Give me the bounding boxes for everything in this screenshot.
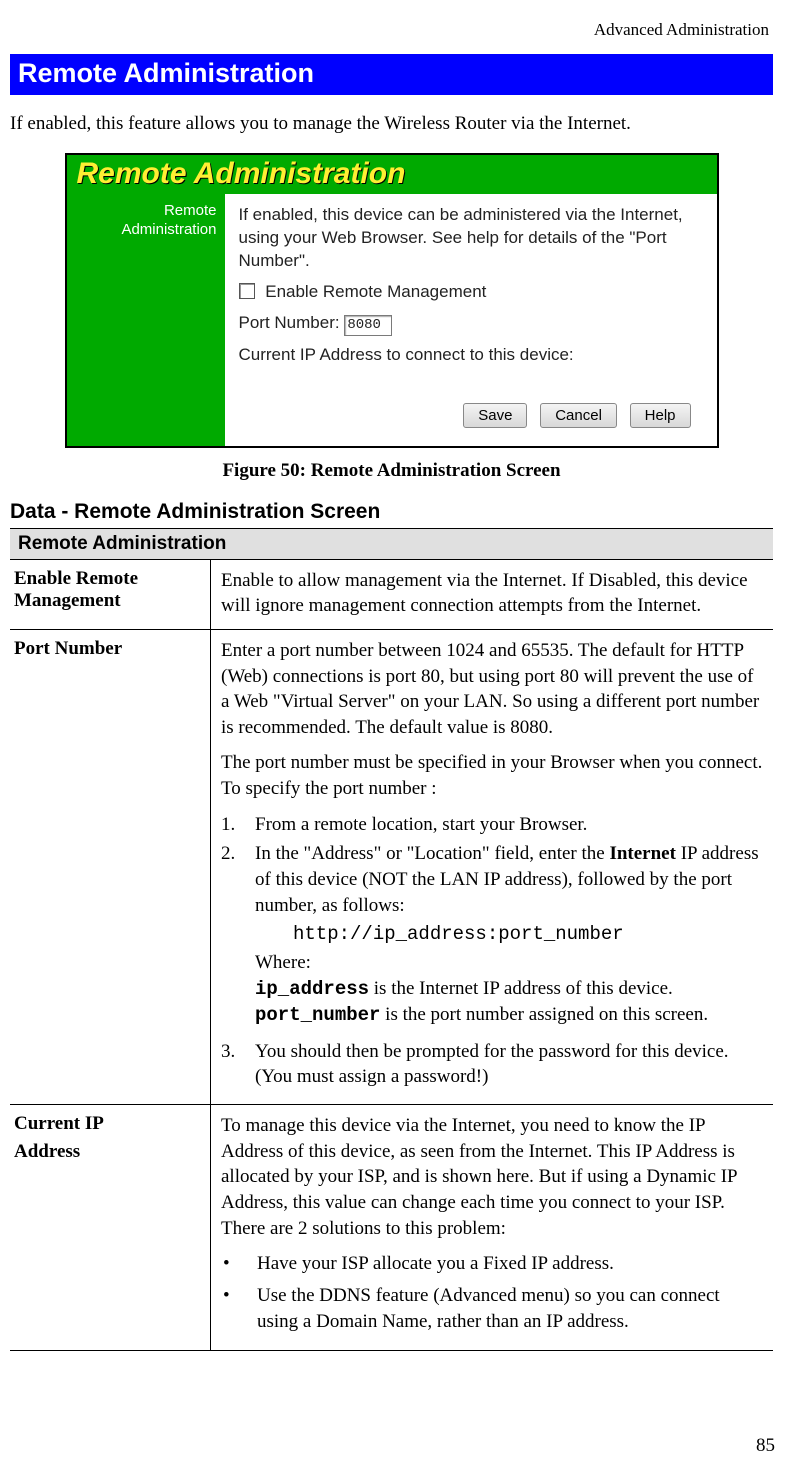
list-number: 2. <box>221 841 255 918</box>
port-p2: The port number must be specified in you… <box>221 750 765 801</box>
where-block: Where: ip_address is the Internet IP add… <box>255 950 765 1029</box>
list-text: From a remote location, start your Brows… <box>255 812 587 838</box>
ip-label-l2: Address <box>14 1141 204 1163</box>
enable-remote-label: Enable Remote Management <box>265 282 486 301</box>
table-row: Current IP Address To manage this device… <box>10 1105 773 1351</box>
port-number-row: Port Number: 8080 <box>239 312 703 336</box>
screenshot-remote-admin: Remote Administration Remote Administrat… <box>65 153 719 448</box>
cancel-button[interactable]: Cancel <box>540 403 617 428</box>
where-label: Where: <box>255 950 765 976</box>
row-label-ip: Current IP Address <box>10 1105 211 1351</box>
page-number: 85 <box>756 1435 775 1457</box>
intro-paragraph: If enabled, this feature allows you to m… <box>10 113 773 135</box>
sidebar-label-line1: Remote <box>67 202 217 221</box>
table-row: Enable Remote Management Enable to allow… <box>10 559 773 629</box>
list-item: 1. From a remote location, start your Br… <box>221 812 765 838</box>
row-label-enable: Enable Remote Management <box>10 559 211 629</box>
screenshot-sidebar: Remote Administration <box>67 194 225 446</box>
row-desc-port: Enter a port number between 1024 and 655… <box>211 629 774 1104</box>
where-line: port_number is the port number assigned … <box>255 1002 765 1029</box>
table-row: Port Number Enter a port number between … <box>10 629 773 1104</box>
list-item: • Use the DDNS feature (Advanced menu) s… <box>221 1283 765 1334</box>
table-section-header: Remote Administration <box>10 528 773 559</box>
port-number-input[interactable]: 8080 <box>344 315 392 336</box>
figure-caption: Figure 50: Remote Administration Screen <box>10 460 773 482</box>
list-text: Use the DDNS feature (Advanced menu) so … <box>257 1283 765 1334</box>
list-number: 3. <box>221 1039 255 1090</box>
running-header: Advanced Administration <box>10 20 769 40</box>
where-line: ip_address is the Internet IP address of… <box>255 976 765 1003</box>
li2-a: In the "Address" or "Location" field, en… <box>255 843 609 864</box>
figure-container: Remote Administration Remote Administrat… <box>10 153 773 448</box>
help-button[interactable]: Help <box>630 403 691 428</box>
list-item: • Have your ISP allocate you a Fixed IP … <box>221 1251 765 1277</box>
screenshot-title: Remote Administration <box>77 157 406 190</box>
list-item: 2. In the "Address" or "Location" field,… <box>221 841 765 918</box>
sidebar-label-line2: Administration <box>67 221 217 240</box>
table-section-row: Remote Administration <box>10 528 773 559</box>
list-text: Have your ISP allocate you a Fixed IP ad… <box>257 1251 614 1277</box>
screenshot-button-row: Save Cancel Help <box>239 397 703 438</box>
enable-remote-checkbox[interactable] <box>239 283 255 299</box>
enable-remote-row: Enable Remote Management <box>239 281 703 304</box>
row-label-port: Port Number <box>10 629 211 1104</box>
where1-code: ip_address <box>255 978 369 1000</box>
data-table: Remote Administration Enable Remote Mana… <box>10 528 773 1352</box>
screenshot-description: If enabled, this device can be administe… <box>239 204 703 273</box>
li2-bold: Internet <box>609 843 675 864</box>
where1-rest: is the Internet IP address of this devic… <box>369 978 673 999</box>
bullet-icon: • <box>221 1283 257 1334</box>
code-block: http://ip_address:port_number <box>293 922 765 948</box>
port-number-label: Port Number: <box>239 313 340 332</box>
port-p1: Enter a port number between 1024 and 655… <box>221 638 765 741</box>
ip-label-l1: Current IP <box>14 1113 204 1135</box>
row-desc-enable: Enable to allow management via the Inter… <box>211 559 774 629</box>
screenshot-title-bar: Remote Administration <box>67 155 717 194</box>
ip-p1: To manage this device via the Internet, … <box>221 1113 765 1241</box>
page: Advanced Administration Remote Administr… <box>0 0 803 1469</box>
screenshot-body: Remote Administration If enabled, this d… <box>67 194 717 446</box>
screenshot-main: If enabled, this device can be administe… <box>225 194 717 446</box>
list-text: In the "Address" or "Location" field, en… <box>255 841 765 918</box>
where2-rest: is the port number assigned on this scre… <box>380 1004 708 1025</box>
where2-code: port_number <box>255 1004 380 1026</box>
row-desc-ip: To manage this device via the Internet, … <box>211 1105 774 1351</box>
list-number: 1. <box>221 812 255 838</box>
section-title-bar: Remote Administration <box>10 54 773 95</box>
bullet-icon: • <box>221 1251 257 1277</box>
list-text: You should then be prompted for the pass… <box>255 1039 765 1090</box>
current-ip-row: Current IP Address to connect to this de… <box>239 344 703 367</box>
list-item: 3. You should then be prompted for the p… <box>221 1039 765 1090</box>
save-button[interactable]: Save <box>463 403 527 428</box>
data-subheading: Data - Remote Administration Screen <box>10 500 773 524</box>
